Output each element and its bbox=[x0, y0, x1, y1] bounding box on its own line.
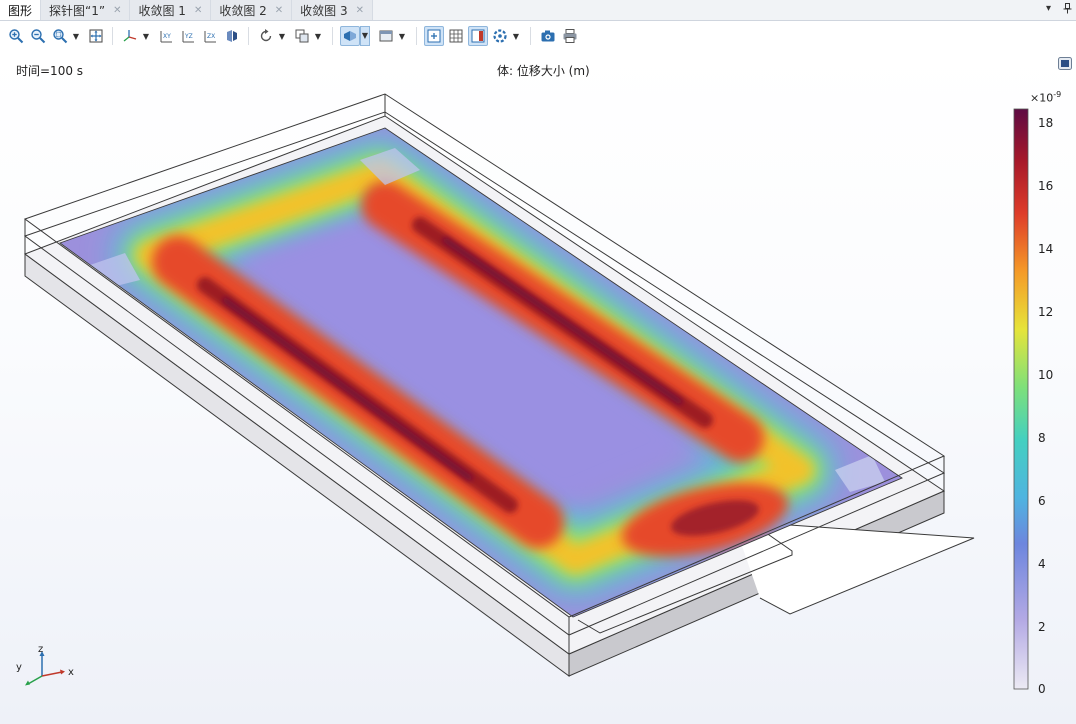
svg-text:XY: XY bbox=[163, 33, 171, 40]
toolbar-divider bbox=[416, 27, 417, 45]
zoom-out-icon[interactable] bbox=[28, 26, 48, 46]
tab-convergence-1[interactable]: 收敛图 1 ✕ bbox=[130, 0, 212, 20]
colorbar-tick: 14 bbox=[1038, 242, 1054, 256]
graphics-window[interactable]: 时间=100 s 体: 位移大小 (m) ×10-9 18 16 14 12 1… bbox=[0, 50, 1076, 724]
tab-menu-icon[interactable]: ▾ bbox=[1046, 3, 1051, 17]
close-icon[interactable]: ✕ bbox=[194, 5, 202, 16]
view-yz-icon[interactable]: YZ bbox=[178, 26, 198, 46]
chevron-down-icon[interactable]: ▼ bbox=[72, 32, 80, 41]
colorbar-tick: 16 bbox=[1038, 179, 1054, 193]
svg-text:YZ: YZ bbox=[184, 33, 193, 40]
colorbar-tick: 2 bbox=[1038, 620, 1046, 634]
tab-controls: ▾ bbox=[1046, 3, 1072, 17]
axis-z-label: z bbox=[38, 646, 43, 655]
tab-label: 收敛图 2 bbox=[219, 3, 267, 18]
close-icon[interactable]: ✕ bbox=[275, 5, 283, 16]
colorbar-icon[interactable] bbox=[468, 26, 488, 46]
close-icon[interactable]: ✕ bbox=[356, 5, 364, 16]
zoom-box-icon[interactable] bbox=[50, 26, 70, 46]
zoom-extents-icon[interactable] bbox=[86, 26, 106, 46]
render-icon[interactable] bbox=[490, 26, 510, 46]
toolbar-divider bbox=[248, 27, 249, 45]
perspective-icon[interactable] bbox=[222, 26, 242, 46]
scene-light-icon[interactable] bbox=[424, 26, 444, 46]
transparency-icon[interactable] bbox=[340, 26, 360, 46]
colorbar-tick: 10 bbox=[1038, 368, 1054, 382]
colorbar-tick: 8 bbox=[1038, 431, 1046, 445]
camera-icon[interactable] bbox=[538, 26, 558, 46]
toolbar-divider bbox=[530, 27, 531, 45]
view-xy-icon[interactable]: XY bbox=[156, 26, 176, 46]
chevron-down-icon[interactable]: ▼ bbox=[512, 32, 520, 41]
tab-convergence-3[interactable]: 收敛图 3 ✕ bbox=[292, 0, 374, 20]
toolbar-divider bbox=[112, 27, 113, 45]
colorbar-tick: 12 bbox=[1038, 305, 1054, 319]
colorbar-tick: 18 bbox=[1038, 116, 1054, 130]
chevron-down-icon[interactable]: ▼ bbox=[398, 32, 406, 41]
close-icon[interactable]: ✕ bbox=[113, 5, 121, 16]
select-icon[interactable] bbox=[292, 26, 312, 46]
axis-orientation-icon[interactable] bbox=[120, 26, 140, 46]
print-icon[interactable] bbox=[560, 26, 580, 46]
colorbar-multiplier-exponent: -9 bbox=[1053, 90, 1062, 99]
tab-bar: 图形 探针图“1” ✕ 收敛图 1 ✕ 收敛图 2 ✕ 收敛图 3 ✕ ▾ bbox=[0, 0, 1076, 21]
tab-graphics[interactable]: 图形 bbox=[0, 0, 42, 20]
svg-text:ZX: ZX bbox=[207, 33, 215, 40]
tab-label: 图形 bbox=[8, 3, 33, 18]
tab-label: 收敛图 1 bbox=[138, 3, 186, 18]
view-zx-icon[interactable]: ZX bbox=[200, 26, 220, 46]
grid-icon[interactable] bbox=[446, 26, 466, 46]
tab-convergence-2[interactable]: 收敛图 2 ✕ bbox=[211, 0, 293, 20]
tab-probe-plot[interactable]: 探针图“1” ✕ bbox=[41, 0, 131, 20]
colorbar-tick: 4 bbox=[1038, 557, 1046, 571]
tab-label: 收敛图 3 bbox=[300, 3, 348, 18]
axis-y-label: y bbox=[16, 662, 22, 673]
pin-icon[interactable] bbox=[1063, 3, 1072, 17]
axis-triad: z x y bbox=[16, 646, 74, 686]
display-toggle-icon[interactable] bbox=[1058, 55, 1072, 70]
axis-x-label: x bbox=[68, 667, 74, 678]
colorbar-multiplier: ×10-9 bbox=[1030, 90, 1061, 105]
reset-view-icon[interactable] bbox=[256, 26, 276, 46]
colorbar-tick: 0 bbox=[1038, 682, 1046, 696]
colorbar-multiplier-base: ×10 bbox=[1030, 91, 1054, 105]
chevron-down-icon[interactable]: ▼ bbox=[314, 32, 322, 41]
tab-label: 探针图“1” bbox=[49, 3, 106, 18]
colorbar-tick: 6 bbox=[1038, 494, 1046, 508]
graphics-toolbar: ▼ ▼ XY YZ ZX ▼ ▼ ▼ ▼ ▼ bbox=[0, 22, 1076, 50]
view-dropdown-icon[interactable] bbox=[376, 26, 396, 46]
displacement-plot[interactable] bbox=[0, 50, 1000, 724]
colorbar bbox=[1013, 108, 1029, 690]
chevron-down-icon[interactable]: ▼ bbox=[142, 32, 150, 41]
chevron-down-icon[interactable]: ▼ bbox=[360, 26, 370, 46]
zoom-in-icon[interactable] bbox=[6, 26, 26, 46]
chevron-down-icon[interactable]: ▼ bbox=[278, 32, 286, 41]
toolbar-divider bbox=[332, 27, 333, 45]
